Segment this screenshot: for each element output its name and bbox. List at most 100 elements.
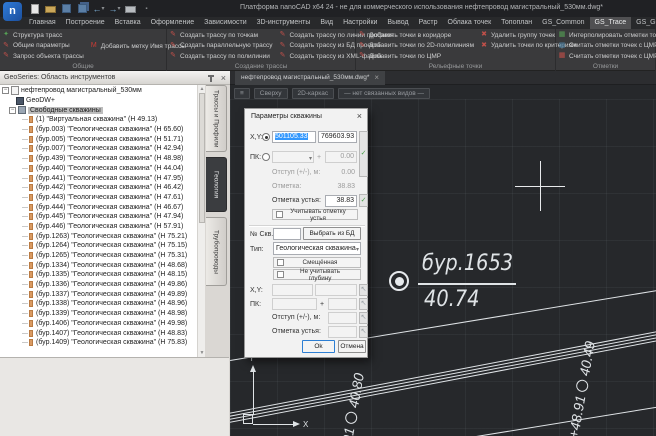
- tree-item-well[interactable]: (бур.444) "Геологическая скважина" (H 46…: [0, 202, 197, 212]
- palette-tab-3[interactable]: Трубопроводы: [206, 217, 227, 286]
- offset2-input[interactable]: [328, 312, 357, 324]
- apply-xy-button[interactable]: ✓: [359, 131, 368, 177]
- tree-item-well[interactable]: (бур.1335) "Геологическая скважина" (H 4…: [0, 270, 197, 280]
- x-input[interactable]: 501105.33: [272, 131, 316, 143]
- close-icon[interactable]: ×: [221, 71, 226, 85]
- ribbon-item[interactable]: ▦Считать отметки точек с ЦМР авто: [558, 51, 656, 62]
- ribbon-tab[interactable]: Растр: [414, 17, 443, 29]
- ribbon-tab[interactable]: Вывод: [382, 17, 413, 29]
- ribbon-tab[interactable]: GS_Geology: [631, 17, 656, 29]
- tree-item-well[interactable]: (бур.439) "Геологическая скважина" (H 48…: [0, 154, 197, 164]
- pk-combo[interactable]: ▾: [272, 151, 314, 163]
- tree-item-well[interactable]: (бур.1334) "Геологическая скважина" (H 4…: [0, 260, 197, 270]
- checkbox-icon[interactable]: [277, 259, 284, 266]
- ribbon-tab[interactable]: Топоплан: [496, 17, 537, 29]
- tree-root[interactable]: −нефтепровод магистральный_530мм: [0, 86, 197, 96]
- tree-item-well[interactable]: (бур.443) "Геологическая скважина" (H 47…: [0, 193, 197, 203]
- offset-well-checkbox[interactable]: Смещённая: [273, 257, 361, 268]
- well-number-input[interactable]: [273, 228, 301, 240]
- tree-item-well[interactable]: (бур.1406) "Геологическая скважина" (H 4…: [0, 319, 197, 329]
- ribbon-item[interactable]: ▦Интерполировать отметки точек: [558, 30, 656, 41]
- print-icon[interactable]: [124, 3, 137, 15]
- collapse-icon[interactable]: −: [2, 87, 9, 94]
- customize-qat-icon[interactable]: ▪: [140, 3, 153, 15]
- tree-item-geodw[interactable]: GeoDW+: [0, 96, 197, 106]
- close-icon[interactable]: ×: [357, 111, 362, 121]
- tree-item-well[interactable]: (бур.005) "Геологическая скважина" (H 51…: [0, 134, 197, 144]
- ribbon-tab[interactable]: Облака точек: [443, 17, 497, 29]
- consider-mouth-checkbox[interactable]: Учитывать отметку устья: [272, 209, 358, 220]
- pick-xy-button[interactable]: ↖: [359, 284, 368, 296]
- checkbox-icon[interactable]: [277, 271, 284, 278]
- pick-mouth-button[interactable]: ↖: [359, 326, 368, 338]
- ribbon-tab[interactable]: Построение: [61, 17, 110, 29]
- nanocad-logo-icon[interactable]: n: [3, 2, 22, 21]
- tree-item-well[interactable]: (бур.442) "Геологическая скважина" (H 46…: [0, 183, 197, 193]
- tree-item-well[interactable]: (бур.446) "Геологическая скважина" (H 57…: [0, 222, 197, 232]
- viewport-control-button[interactable]: Сверху: [254, 88, 288, 99]
- ribbon-tab[interactable]: Вид: [315, 17, 338, 29]
- tree-item-well[interactable]: (бур.1337) "Геологическая скважина" (H 4…: [0, 289, 197, 299]
- viewport-control-button[interactable]: — нет связанных видов —: [338, 88, 430, 99]
- pick-offset-button[interactable]: ↖: [359, 312, 368, 324]
- y-input[interactable]: 769603.93: [318, 131, 357, 143]
- tree-item-well[interactable]: (бур.1336) "Геологическая скважина" (H 4…: [0, 280, 197, 290]
- redo-icon[interactable]: →▾: [108, 3, 121, 15]
- pick-pk-button[interactable]: ↖: [359, 298, 368, 310]
- palette-tab-2[interactable]: Геология: [206, 157, 227, 212]
- ribbon-tab[interactable]: Вставка: [110, 17, 146, 29]
- checkbox-icon[interactable]: [276, 211, 283, 218]
- cancel-button[interactable]: Отмена: [338, 340, 366, 353]
- tree-group-free-wells[interactable]: −Свободные скважины: [0, 105, 197, 115]
- tree-item-well[interactable]: (бур.1264) "Геологическая скважина" (H 7…: [0, 241, 197, 251]
- ribbon-tab[interactable]: Зависимости: [199, 17, 251, 29]
- ribbon-item[interactable]: ✎Создать параллельную трассу: [169, 41, 273, 52]
- ignore-depth-checkbox[interactable]: Не учитывать глубину: [273, 269, 361, 280]
- x2-input[interactable]: [272, 284, 313, 296]
- tree-item-well[interactable]: (бур.1409) "Геологическая скважина" (H 7…: [0, 338, 197, 348]
- choose-from-db-button[interactable]: Выбрать из БД: [303, 227, 361, 240]
- xy-radio[interactable]: [262, 133, 270, 141]
- ribbon-tab[interactable]: 3D-инструменты: [252, 17, 316, 29]
- ribbon-item[interactable]: ▦Считать отметки точек с ЦМР: [558, 41, 656, 52]
- new-file-icon[interactable]: [28, 3, 41, 15]
- pk2-input[interactable]: [272, 298, 317, 310]
- apply-mouth-button[interactable]: ✓: [359, 194, 368, 207]
- tree-item-well[interactable]: (1) "Виртуальная скважина" (H 49.13): [0, 115, 197, 125]
- pk2-offset-input[interactable]: [328, 298, 357, 310]
- viewport-menu-button[interactable]: ≡: [234, 88, 250, 99]
- ribbon-tab[interactable]: Оформление: [146, 17, 199, 29]
- tree-item-well[interactable]: (бур.441) "Геологическая скважина" (H 47…: [0, 173, 197, 183]
- ribbon-item[interactable]: ✎Запрос объекта трассы: [2, 51, 84, 62]
- ribbon-tab[interactable]: Настройки: [338, 17, 382, 29]
- ribbon-item[interactable]: ✎Добавить точки в коридоре: [358, 30, 474, 41]
- tree-item-well[interactable]: (бур.007) "Геологическая скважина" (H 42…: [0, 144, 197, 154]
- ribbon-item[interactable]: ✎Добавить точки по 2D-полилиниям: [358, 41, 474, 52]
- mouth-mark-input[interactable]: 38.83: [325, 195, 357, 207]
- ribbon-tab[interactable]: Главная: [24, 17, 61, 29]
- save-all-icon[interactable]: [76, 3, 89, 15]
- close-icon[interactable]: ×: [374, 71, 379, 85]
- tree-item-well[interactable]: (бур.003) "Геологическая скважина" (H 65…: [0, 125, 197, 135]
- ribbon-item[interactable]: ✎Добавить точки по ЦМР: [358, 51, 474, 62]
- mouth2-input[interactable]: [328, 326, 357, 338]
- ribbon-item[interactable]: ✦Структура трасс: [2, 30, 84, 41]
- ribbon-item[interactable]: ✎Создать трассу по полилинии: [169, 51, 273, 62]
- palette-tab-1[interactable]: Трассы и Профили: [206, 85, 227, 152]
- tree-item-well[interactable]: (бур.445) "Геологическая скважина" (H 47…: [0, 212, 197, 222]
- tree-item-well[interactable]: (бур.1407) "Геологическая скважина" (H 4…: [0, 328, 197, 338]
- open-file-icon[interactable]: [44, 3, 57, 15]
- document-tab[interactable]: нефтепровод магистральный_530мм.dwg* ×: [235, 71, 385, 85]
- tree-item-well[interactable]: (бур.1339) "Геологическая скважина" (H 4…: [0, 309, 197, 319]
- viewport-control-button[interactable]: 2D-каркас: [292, 88, 335, 99]
- ok-button[interactable]: Ok: [302, 340, 335, 353]
- pk-radio[interactable]: [262, 153, 270, 161]
- save-icon[interactable]: [60, 3, 73, 15]
- type-combo[interactable]: Геологическая скважина▾: [273, 242, 361, 255]
- pin-icon[interactable]: [208, 75, 214, 82]
- y2-input[interactable]: [315, 284, 357, 296]
- tree-item-well[interactable]: (бур.1265) "Геологическая скважина" (H 7…: [0, 251, 197, 261]
- ribbon-item[interactable]: ✎Общие параметры: [2, 41, 84, 52]
- collapse-icon[interactable]: −: [9, 107, 16, 114]
- undo-icon[interactable]: ←▾: [92, 3, 105, 15]
